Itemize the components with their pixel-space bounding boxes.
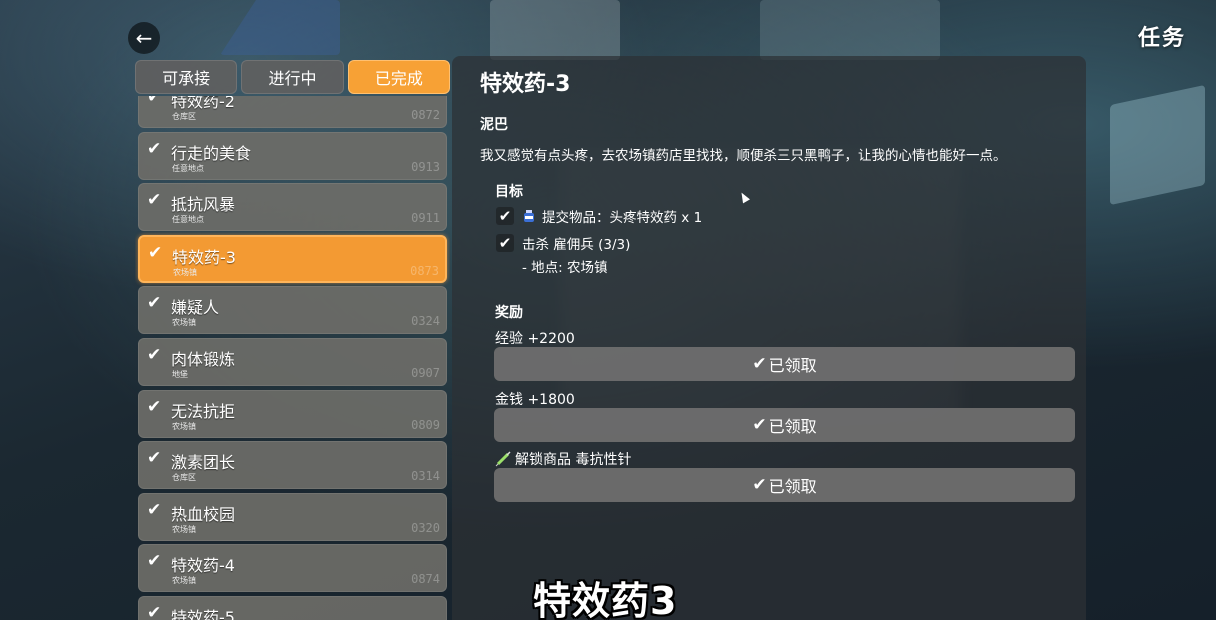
reward-label: 解锁商品 毒抗性针 bbox=[515, 452, 632, 468]
check-icon: ✔ bbox=[147, 293, 162, 314]
list-item[interactable]: ✔ 肉体锻炼 地堡 0907 bbox=[138, 337, 447, 386]
quest-id: 0320 bbox=[411, 520, 440, 535]
tab-available[interactable]: 可承接 bbox=[135, 60, 238, 94]
checkbox-checked-icon: ✔ bbox=[496, 234, 514, 252]
check-icon: ✔ bbox=[752, 475, 767, 495]
check-icon: ✔ bbox=[147, 138, 162, 159]
quest-id: 0873 bbox=[410, 263, 439, 278]
quest-id: 0913 bbox=[411, 159, 440, 174]
check-icon: ✔ bbox=[147, 448, 162, 469]
quest-detail-panel: 特效药-3 泥巴 我又感觉有点头疼，去农场镇药店里找找，顺便杀三只黑鸭子，让我的… bbox=[452, 56, 1086, 620]
quest-name: 特效药-2 bbox=[171, 96, 235, 111]
quest-name: 嫌疑人 bbox=[171, 298, 220, 318]
quest-giver: 泥巴 bbox=[480, 117, 508, 133]
quest-tabs: 可承接 进行中 已完成 bbox=[135, 60, 450, 94]
quest-id: 0324 bbox=[411, 314, 440, 329]
objective-item: ✔ 提交物品：头疼特效药 x 1 bbox=[496, 206, 702, 226]
quest-location: 地堡 bbox=[172, 369, 188, 379]
quest-id: 0874 bbox=[411, 572, 440, 587]
list-item[interactable]: ✔ 行走的美食 任意地点 0913 bbox=[138, 131, 447, 180]
quest-name: 无法抗拒 bbox=[171, 401, 236, 421]
list-item[interactable]: ✔ 抵抗风暴 任意地点 0911 bbox=[138, 183, 447, 232]
quest-title: 特效药-3 bbox=[480, 72, 571, 97]
quest-location: 任意地点 bbox=[172, 215, 204, 225]
check-icon: ✔ bbox=[752, 354, 767, 374]
back-button[interactable]: ← bbox=[128, 22, 160, 54]
quest-location: 任意地点 bbox=[172, 163, 204, 173]
quest-location: 农场镇 bbox=[172, 524, 196, 534]
quest-name: 特效药-3 bbox=[172, 247, 236, 267]
check-icon: ✔ bbox=[147, 602, 162, 620]
quest-id: 0907 bbox=[411, 365, 440, 380]
scenery-building bbox=[760, 0, 940, 60]
check-icon: ✔ bbox=[148, 242, 163, 263]
scenery-building bbox=[1110, 84, 1205, 206]
check-icon: ✔ bbox=[752, 415, 767, 435]
quest-location: 农场镇 bbox=[172, 576, 196, 586]
quest-name: 行走的美食 bbox=[171, 143, 252, 163]
check-icon: ✔ bbox=[147, 96, 162, 107]
rewards-heading: 奖励 bbox=[495, 305, 523, 321]
list-item[interactable]: ✔ 特效药-5 bbox=[138, 595, 447, 620]
claimed-button[interactable]: ✔ 已领取 bbox=[494, 347, 1075, 381]
check-icon: ✔ bbox=[147, 344, 162, 365]
claimed-button[interactable]: ✔ 已领取 bbox=[494, 468, 1075, 502]
reward-unlock-row: 解锁商品 毒抗性针 bbox=[495, 449, 631, 469]
objectives-heading: 目标 bbox=[495, 184, 523, 200]
list-item[interactable]: ✔ 激素团长 仓库区 0314 bbox=[138, 441, 447, 490]
quest-id: 0911 bbox=[411, 211, 440, 226]
quest-location: 仓库区 bbox=[172, 112, 196, 121]
list-item-selected[interactable]: ✔ 特效药-3 农场镇 0873 bbox=[138, 234, 447, 283]
quest-location: 农场镇 bbox=[172, 318, 196, 328]
quest-id: 0314 bbox=[411, 469, 440, 484]
tab-in-progress[interactable]: 进行中 bbox=[241, 60, 344, 94]
list-item[interactable]: ✔ 特效药-4 农场镇 0874 bbox=[138, 544, 447, 593]
reward-label: 经验 +2200 bbox=[495, 331, 575, 347]
claimed-button-label: 已领取 bbox=[768, 356, 817, 375]
objective-text: 击杀 雇佣兵 (3/3) bbox=[522, 237, 631, 253]
potion-icon bbox=[524, 210, 534, 222]
list-item[interactable]: ✔ 热血校园 农场镇 0320 bbox=[138, 492, 447, 541]
objective-text: 提交物品：头疼特效药 x 1 bbox=[542, 210, 703, 226]
quest-location: 农场镇 bbox=[172, 421, 196, 431]
quest-id: 0809 bbox=[411, 417, 440, 432]
claimed-button[interactable]: ✔ 已领取 bbox=[494, 408, 1075, 442]
quest-name: 肉体锻炼 bbox=[171, 349, 236, 369]
claimed-button-label: 已领取 bbox=[768, 417, 817, 436]
scenery-building bbox=[220, 0, 340, 55]
check-icon: ✔ bbox=[147, 396, 162, 417]
syringe-icon bbox=[495, 451, 511, 467]
arrow-left-icon: ← bbox=[135, 26, 153, 50]
quest-location: 农场镇 bbox=[173, 267, 197, 277]
quest-name: 特效药-4 bbox=[171, 556, 235, 576]
quest-name: 热血校园 bbox=[171, 504, 236, 524]
list-item[interactable]: ✔ 无法抗拒 农场镇 0809 bbox=[138, 389, 447, 438]
check-icon: ✔ bbox=[147, 551, 162, 572]
quest-list[interactable]: ✔ 特效药-2 仓库区 0872 ✔ 行走的美食 任意地点 0913 ✔ 抵抗风… bbox=[135, 96, 450, 620]
quest-name: 激素团长 bbox=[171, 453, 236, 473]
check-icon: ✔ bbox=[147, 190, 162, 211]
scenery-building bbox=[490, 0, 620, 60]
reward-label: 金钱 +1800 bbox=[495, 392, 575, 408]
quest-name: 抵抗风暴 bbox=[171, 195, 236, 215]
objective-location: - 地点: 农场镇 bbox=[522, 260, 608, 276]
quest-name: 特效药-5 bbox=[171, 607, 235, 620]
list-item[interactable]: ✔ 嫌疑人 农场镇 0324 bbox=[138, 286, 447, 335]
subtitle-caption: 特效药3 bbox=[533, 579, 678, 620]
checkbox-checked-icon: ✔ bbox=[496, 207, 514, 225]
check-icon: ✔ bbox=[147, 499, 162, 520]
quest-location: 仓库区 bbox=[172, 473, 196, 483]
list-item[interactable]: ✔ 特效药-2 仓库区 0872 bbox=[138, 96, 447, 128]
claimed-button-label: 已领取 bbox=[768, 477, 817, 496]
page-title: 任务 bbox=[1137, 26, 1186, 51]
objective-item: ✔ 击杀 雇佣兵 (3/3) bbox=[496, 233, 630, 253]
quest-description: 我又感觉有点头疼，去农场镇药店里找找，顺便杀三只黑鸭子，让我的心情也能好一点。 bbox=[480, 148, 1007, 164]
quest-id: 0872 bbox=[411, 108, 440, 122]
tab-completed[interactable]: 已完成 bbox=[347, 60, 450, 94]
